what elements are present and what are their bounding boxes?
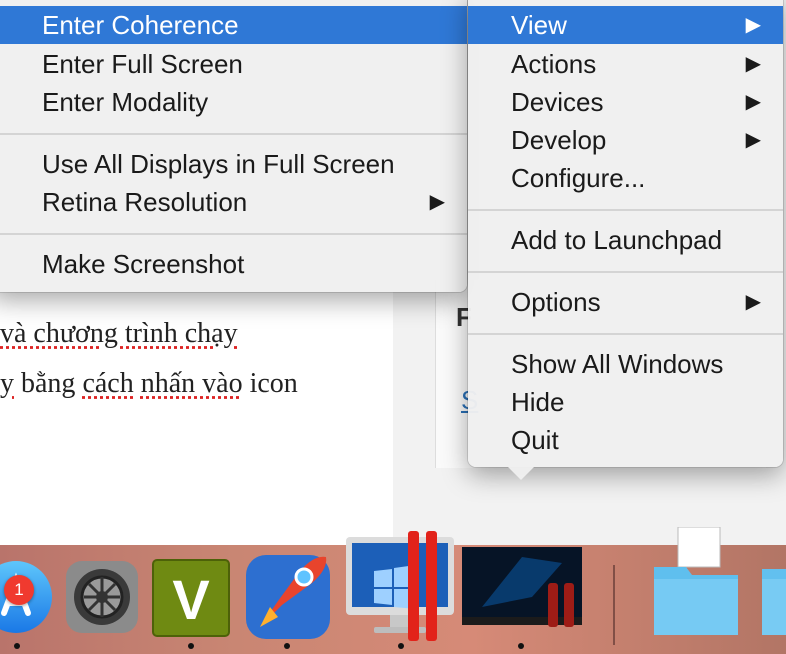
- running-indicator: [14, 643, 20, 649]
- rocket-icon[interactable]: [242, 547, 336, 641]
- menu-item-enter-full-screen[interactable]: Enter Full Screen: [0, 45, 467, 83]
- menu-item-quit[interactable]: Quit: [468, 421, 783, 459]
- submenu-arrow-icon: ▶: [745, 291, 761, 313]
- view-submenu: Enter Coherence Enter Full Screen Enter …: [0, 0, 467, 292]
- submenu-arrow-icon: ▶: [745, 129, 761, 151]
- menu-item-configure[interactable]: Configure...: [468, 159, 783, 197]
- menu-item-add-to-launchpad[interactable]: Add to Launchpad: [468, 221, 783, 259]
- notification-badge: 1: [4, 575, 34, 605]
- submenu-arrow-icon: ▶: [745, 14, 761, 36]
- context-menu: View ▶ Actions ▶ Devices ▶ Develop ▶ Configu…: [468, 0, 783, 480]
- menu-item-options[interactable]: Options ▶: [468, 283, 783, 321]
- app-store-icon[interactable]: 1: [0, 559, 54, 635]
- menu-separator: [468, 333, 783, 335]
- menu-item-devices[interactable]: Devices ▶: [468, 83, 783, 121]
- submenu-arrow-icon: ▶: [745, 53, 761, 75]
- parallels-windows-icon[interactable]: [344, 531, 459, 641]
- menu-item-enter-coherence[interactable]: Enter Coherence: [0, 6, 467, 44]
- document-line-1: và chương trình chạy: [0, 318, 238, 349]
- dock-divider: [613, 565, 615, 645]
- menu-item-enter-modality[interactable]: Enter Modality: [0, 83, 467, 121]
- menu-item-show-all-windows[interactable]: Show All Windows: [468, 345, 783, 383]
- running-indicator: [398, 643, 404, 649]
- document-line-2: y bằng cách nhấn vào icon: [0, 368, 298, 399]
- dock: 1 V: [0, 526, 786, 654]
- vim-icon[interactable]: V: [152, 559, 230, 637]
- menu-item-hide[interactable]: Hide: [468, 383, 783, 421]
- svg-text:V: V: [172, 568, 209, 631]
- menu-separator: [468, 209, 783, 211]
- menu-item-view[interactable]: View ▶: [468, 6, 783, 44]
- menu-item-actions[interactable]: Actions ▶: [468, 45, 783, 83]
- menu-item-develop[interactable]: Develop ▶: [468, 121, 783, 159]
- menu-separator: [0, 133, 467, 135]
- submenu-arrow-icon: ▶: [745, 91, 761, 113]
- submenu-arrow-icon: ▶: [429, 191, 445, 213]
- system-preferences-icon[interactable]: [64, 559, 140, 635]
- menu-separator: [468, 271, 783, 273]
- menu-separator: [0, 233, 467, 235]
- running-indicator: [518, 643, 524, 649]
- running-indicator: [188, 643, 194, 649]
- folder-icon[interactable]: [648, 526, 744, 637]
- menu-item-retina-resolution[interactable]: Retina Resolution ▶: [0, 183, 467, 221]
- windows-10-icon[interactable]: [462, 547, 582, 627]
- menu-item-make-screenshot[interactable]: Make Screenshot: [0, 245, 467, 283]
- folder-icon[interactable]: [758, 555, 786, 639]
- menu-item-use-all-displays[interactable]: Use All Displays in Full Screen: [0, 145, 467, 183]
- running-indicator: [284, 643, 290, 649]
